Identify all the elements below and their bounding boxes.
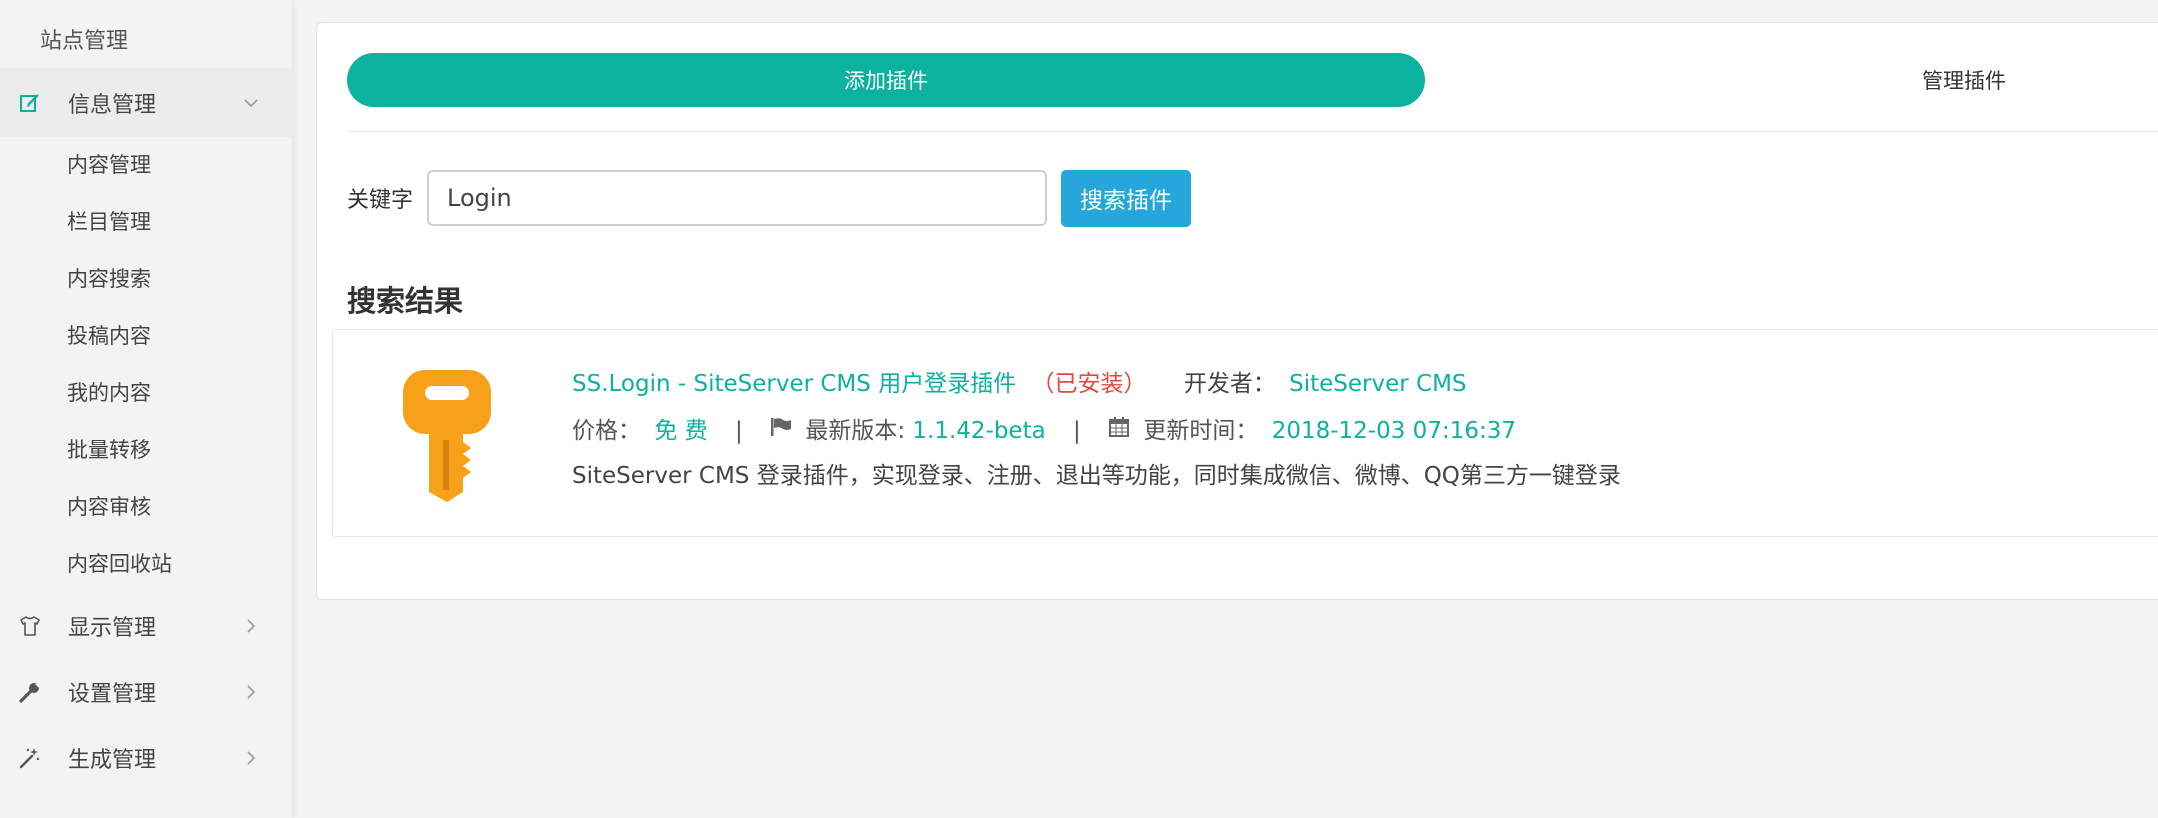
results-title: 搜索结果 <box>347 284 464 318</box>
plugin-meta-line: 价格： 免 费 | 最新版本: 1.1.42-beta | 更新时间： 2018… <box>572 411 1516 446</box>
updated-label: 更新时间： <box>1143 418 1259 444</box>
divider <box>347 131 2158 132</box>
chevron-right-icon <box>244 619 258 633</box>
sidebar-group-label: 显示管理 <box>68 616 157 641</box>
plugin-title-line: SS.Login - SiteServer CMS 用户登录插件 （已安装） 开… <box>572 364 1467 398</box>
chevron-right-icon <box>244 751 258 765</box>
sidebar-item-my-content[interactable]: 我的内容 <box>0 365 292 422</box>
sidebar-item-recycle-bin[interactable]: 内容回收站 <box>0 536 292 593</box>
sidebar-group-label: 设置管理 <box>68 682 157 707</box>
flag-icon <box>770 417 792 443</box>
sidebar-group-info-management[interactable]: 信息管理 <box>0 68 292 137</box>
sidebar-item-channel-management[interactable]: 栏目管理 <box>0 194 292 251</box>
sidebar-item-content-management[interactable]: 内容管理 <box>0 137 292 194</box>
chevron-right-icon <box>244 685 258 699</box>
edit-icon <box>16 89 44 117</box>
tab-add-plugin[interactable]: 添加插件 <box>347 53 1425 107</box>
sidebar-group-label: 信息管理 <box>68 92 157 118</box>
site-management-title: 站点管理 <box>40 29 129 54</box>
wrench-icon <box>16 678 44 706</box>
updated-value: 2018-12-03 07:16:37 <box>1271 418 1516 444</box>
sidebar-item-batch-transfer[interactable]: 批量转移 <box>0 422 292 479</box>
sidebar-item-content-review[interactable]: 内容审核 <box>0 479 292 536</box>
sidebar: 站点管理 信息管理 内容管理 栏目管理 内容搜索 投稿内容 我的内容 批量转移 … <box>0 0 292 818</box>
magic-wand-icon <box>16 744 44 772</box>
plugin-tabs: 添加插件 管理插件 <box>347 53 2158 109</box>
price-value: 免 费 <box>654 418 708 444</box>
sidebar-group-label: 生成管理 <box>68 748 157 773</box>
keyword-input[interactable] <box>427 170 1048 226</box>
plugin-result-card: SS.Login - SiteServer CMS 用户登录插件 （已安装） 开… <box>332 329 2158 537</box>
keyword-label: 关键字 <box>347 188 414 213</box>
developer-label: 开发者： <box>1183 371 1276 397</box>
search-plugin-button[interactable]: 搜索插件 <box>1061 169 1192 227</box>
version-value: 1.1.42-beta <box>912 418 1046 444</box>
calendar-icon <box>1108 416 1130 444</box>
sidebar-item-content-search[interactable]: 内容搜索 <box>0 251 292 308</box>
plugin-description: SiteServer CMS 登录插件，实现登录、注册、退出等功能，同时集成微信… <box>572 463 1621 489</box>
separator: | <box>1073 418 1081 444</box>
tab-manage-plugins[interactable]: 管理插件 <box>1425 53 2158 107</box>
search-row: 关键字 搜索插件 <box>347 169 1192 227</box>
separator: | <box>734 418 743 444</box>
sidebar-group-settings-management[interactable]: 设置管理 <box>0 659 292 725</box>
sidebar-item-contributed-content[interactable]: 投稿内容 <box>0 308 292 365</box>
chevron-down-icon <box>244 96 258 110</box>
version-label: 最新版本: <box>805 418 913 444</box>
plugin-panel: 添加插件 管理插件 关键字 搜索插件 搜索结果 SS.Login - SiteS… <box>316 22 2158 600</box>
sidebar-submenu: 内容管理 栏目管理 内容搜索 投稿内容 我的内容 批量转移 内容审核 内容回收站 <box>0 137 292 593</box>
price-label: 价格： <box>572 418 641 444</box>
sidebar-group-generate-management[interactable]: 生成管理 <box>0 725 292 791</box>
developer-link[interactable]: SiteServer CMS <box>1289 371 1466 397</box>
key-icon <box>403 370 491 502</box>
sidebar-group-display-management[interactable]: 显示管理 <box>0 593 292 659</box>
plugin-name-link[interactable]: SS.Login - SiteServer CMS 用户登录插件 <box>572 371 1016 397</box>
tshirt-icon <box>16 612 44 640</box>
installed-badge: （已安装） <box>1031 371 1147 397</box>
